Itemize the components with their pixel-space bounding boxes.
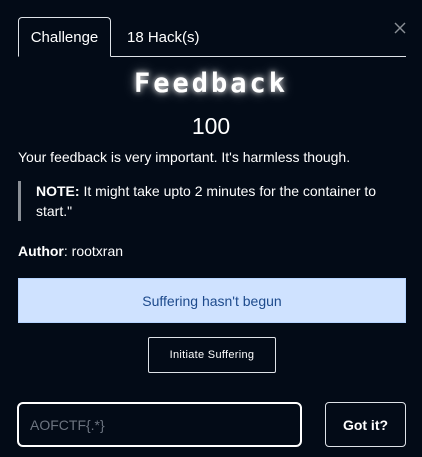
challenge-modal: Challenge 18 Hack(s) Feedback 100 Your f…: [0, 0, 422, 457]
submit-flag-button[interactable]: Got it?: [325, 402, 406, 447]
challenge-description: Your feedback is very important. It's ha…: [18, 149, 351, 165]
status-alert: Suffering hasn't begun: [18, 278, 406, 323]
note-text: It might take upto 2 minutes for the con…: [36, 183, 377, 219]
author-label: Author: [18, 243, 64, 259]
note-label: NOTE:: [36, 183, 80, 199]
initiate-suffering-button[interactable]: Initiate Suffering: [148, 337, 276, 373]
close-icon-glyph: [394, 22, 406, 34]
challenge-title: Feedback: [133, 68, 289, 99]
challenge-points: 100: [191, 113, 231, 139]
author-value: : rootxran: [63, 243, 124, 259]
author-line: Author: rootxran: [18, 243, 123, 259]
tab-bar: Challenge 18 Hack(s): [18, 17, 406, 57]
note-blockquote: NOTE: It might take upto 2 minutes for t…: [18, 181, 388, 221]
tab-hacks[interactable]: 18 Hack(s): [111, 17, 200, 57]
close-icon[interactable]: [392, 20, 408, 36]
tab-challenge[interactable]: Challenge: [18, 17, 111, 57]
flag-input[interactable]: [17, 402, 302, 447]
